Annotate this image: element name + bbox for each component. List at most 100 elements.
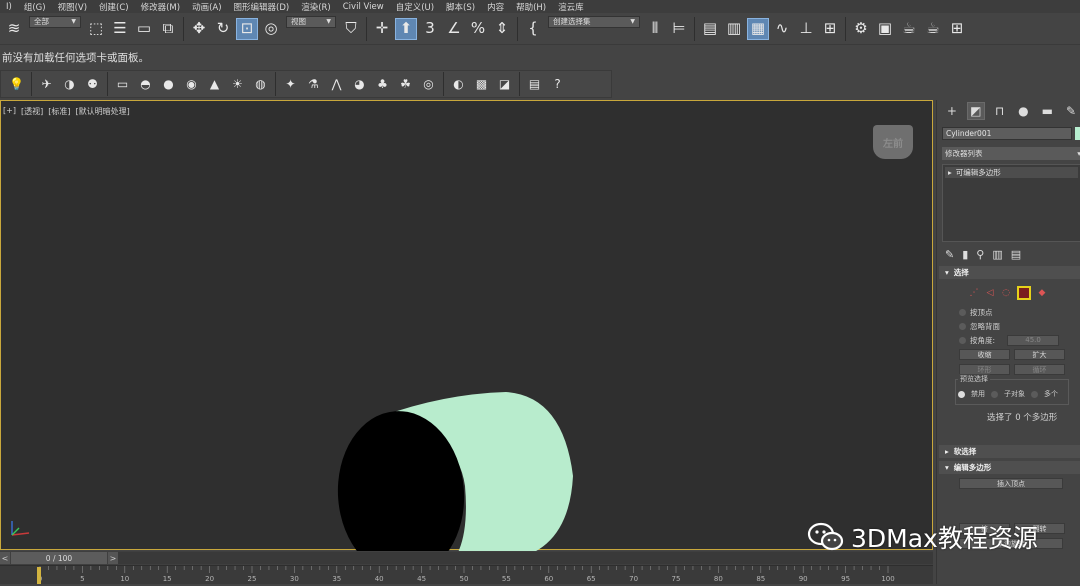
utilities-tab-icon[interactable]: ✎: [1062, 102, 1080, 120]
box-icon[interactable]: ▭: [112, 74, 133, 94]
scene-explorer-button[interactable]: ▦: [747, 17, 769, 40]
render-button[interactable]: ☕: [922, 18, 944, 40]
dynamics-icon[interactable]: ⚗: [303, 74, 324, 94]
hemisphere-icon[interactable]: ◓: [135, 74, 156, 94]
ignore-backface-checkbox[interactable]: 忽略背面: [959, 319, 1080, 333]
menu-item-11[interactable]: 内容: [481, 1, 510, 13]
show-end-result-icon[interactable]: ▮: [962, 248, 968, 261]
rotate-button[interactable]: ↻: [212, 18, 234, 40]
menu-item-0[interactable]: I): [0, 2, 18, 12]
snap-toggle-button[interactable]: 3: [419, 18, 441, 40]
torus-icon[interactable]: ◉: [181, 74, 202, 94]
by-angle-checkbox[interactable]: 按角度: 45.0: [959, 333, 1080, 347]
radio-multi[interactable]: [1031, 390, 1038, 398]
disc-icon[interactable]: ◍: [250, 74, 271, 94]
prev-frame-button[interactable]: <: [0, 552, 10, 564]
render-region-icon[interactable]: ▩: [471, 74, 492, 94]
sun-icon[interactable]: ☀: [227, 74, 248, 94]
shrink-button[interactable]: 收缩: [959, 349, 1010, 360]
radio-disabled[interactable]: [958, 390, 965, 398]
select-manipulate-button[interactable]: ✛: [371, 18, 393, 40]
environment-icon[interactable]: ◐: [448, 74, 469, 94]
viewport-shading-label[interactable]: [标准]: [48, 106, 70, 117]
pin-stack-icon[interactable]: ✎: [945, 248, 954, 261]
by-vertex-checkbox[interactable]: 按顶点: [959, 305, 1080, 319]
pivot-center-button[interactable]: ⛉: [340, 18, 362, 40]
select-object-button[interactable]: ⬚: [85, 18, 107, 40]
viewport-view-label[interactable]: [透视]: [21, 106, 43, 117]
percent-snap-button[interactable]: %: [467, 18, 489, 40]
scale-button[interactable]: ⊡: [236, 17, 258, 40]
ribbon-button[interactable]: ▥: [723, 18, 745, 40]
menu-item-6[interactable]: 图形编辑器(D): [228, 1, 296, 13]
time-marker[interactable]: [37, 567, 41, 584]
menu-item-8[interactable]: Civil View: [337, 2, 390, 12]
angle-spinner[interactable]: 45.0: [1007, 334, 1060, 346]
remove-modifier-icon[interactable]: ▥: [992, 248, 1002, 261]
viewport-lighting-label[interactable]: [默认明暗处理]: [75, 106, 129, 117]
menu-item-12[interactable]: 帮助(H): [510, 1, 552, 13]
menu-item-5[interactable]: 动画(A): [186, 1, 227, 13]
viewport-menu[interactable]: [+]: [3, 106, 16, 117]
menu-item-10[interactable]: 脚本(S): [440, 1, 481, 13]
curve-editor-button[interactable]: ∿: [771, 18, 793, 40]
vertex-mode-icon[interactable]: ⋰: [969, 288, 979, 298]
layers-icon[interactable]: ≋: [3, 18, 25, 40]
camera-icon[interactable]: ✈: [36, 74, 57, 94]
render-frame-button[interactable]: ☕: [898, 18, 920, 40]
expand-arrow-icon[interactable]: ▸: [948, 168, 952, 177]
cylinder-object[interactable]: [331, 296, 581, 586]
schematic-view-button[interactable]: ⊞: [819, 18, 841, 40]
object-color-swatch[interactable]: [1075, 127, 1080, 140]
shell-icon[interactable]: ◎: [418, 74, 439, 94]
named-selection-dropdown[interactable]: 创建选择集 ▼: [548, 15, 640, 28]
viewcube[interactable]: 左前: [873, 125, 913, 159]
rect-selection-button[interactable]: ▭: [133, 18, 155, 40]
rollout-soft-selection[interactable]: ▸ 软选择: [939, 445, 1080, 458]
next-frame-button[interactable]: >: [108, 552, 118, 564]
track-bar[interactable]: 0510152025303540455055606570758085909510…: [0, 565, 933, 584]
render-setup-button[interactable]: ▣: [874, 18, 896, 40]
spacewarp-icon[interactable]: ⚉: [82, 74, 103, 94]
make-unique-icon[interactable]: ⚲: [976, 248, 984, 261]
display-tab-icon[interactable]: ▬: [1038, 102, 1056, 120]
help-icon[interactable]: ?: [547, 74, 568, 94]
create-tab-icon[interactable]: +: [943, 102, 961, 120]
sphere-icon[interactable]: ●: [158, 74, 179, 94]
cone-icon[interactable]: ▲: [204, 74, 225, 94]
particle-icon[interactable]: ✦: [280, 74, 301, 94]
menu-item-1[interactable]: 组(G): [18, 1, 52, 13]
time-slider-thumb[interactable]: 0 / 100: [11, 552, 107, 564]
align-button[interactable]: ⊨: [668, 18, 690, 40]
rollout-selection[interactable]: ▾ 选择: [939, 266, 1080, 279]
selection-filter-dropdown[interactable]: 全部 ▼: [29, 15, 81, 28]
place-button[interactable]: ◎: [260, 18, 282, 40]
hierarchy-tab-icon[interactable]: ⊓: [991, 102, 1009, 120]
render-cloud-button[interactable]: ⊞: [946, 18, 968, 40]
perspective-viewport[interactable]: [+] [透视] [标准] [默认明暗处理] 左前: [0, 100, 933, 577]
object-name-field[interactable]: Cylinder001: [942, 127, 1072, 140]
menu-item-9[interactable]: 自定义(U): [390, 1, 440, 13]
edit-named-sel-button[interactable]: {: [522, 18, 544, 40]
figure-icon[interactable]: ☘: [395, 74, 416, 94]
mirror-button[interactable]: ⫴: [644, 18, 666, 40]
modifier-list-dropdown[interactable]: 修改器列表 ▾: [942, 147, 1080, 160]
move-button[interactable]: ✥: [188, 18, 210, 40]
menu-item-4[interactable]: 修改器(M): [135, 1, 186, 13]
polygon-mode-icon[interactable]: [1017, 286, 1031, 300]
configure-sets-icon[interactable]: ▤: [1011, 248, 1021, 261]
plant-icon[interactable]: ♣: [372, 74, 393, 94]
layer-explorer-button[interactable]: ▤: [699, 18, 721, 40]
border-mode-icon[interactable]: ◌: [1001, 288, 1011, 298]
edge-mode-icon[interactable]: ◁: [985, 288, 995, 298]
effects-icon[interactable]: ◪: [494, 74, 515, 94]
loop-button[interactable]: 循环: [1014, 364, 1065, 375]
globe-icon[interactable]: ◕: [349, 74, 370, 94]
motion-tab-icon[interactable]: ●: [1015, 102, 1033, 120]
reference-coord-dropdown[interactable]: 视图 ▼: [286, 15, 336, 28]
angle-snap-button[interactable]: ∠: [443, 18, 465, 40]
keyboard-shortcut-button[interactable]: ⬆: [395, 17, 417, 40]
insert-vertex-button[interactable]: 插入顶点: [959, 478, 1063, 489]
rollout-edit-polygons[interactable]: ▾ 编辑多边形: [939, 461, 1080, 474]
stack-item-editable-poly[interactable]: ▸ 可编辑多边形: [945, 167, 1078, 178]
